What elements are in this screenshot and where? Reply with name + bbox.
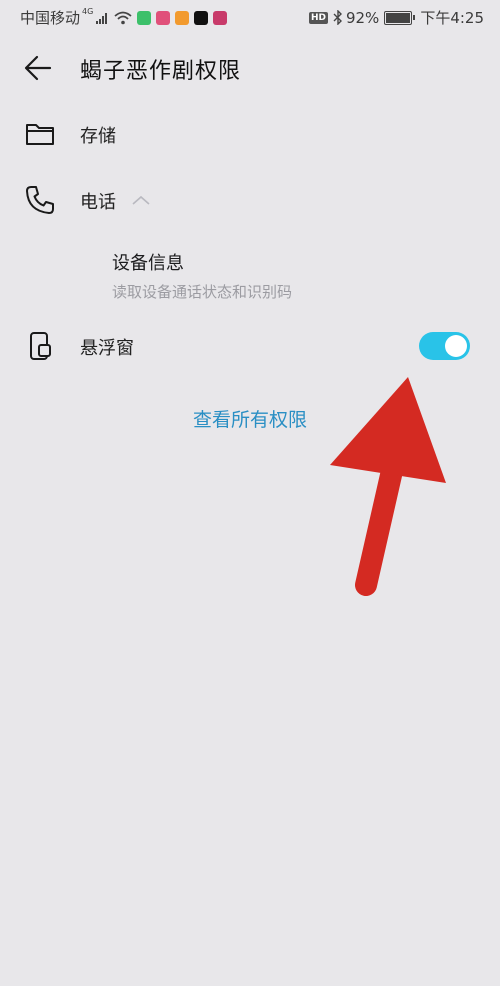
network-type: 4G — [82, 7, 94, 16]
sub-permission-description: 读取设备通话状态和识别码 — [112, 283, 293, 301]
shop-app-icon — [213, 10, 228, 25]
chevron-up-icon[interactable] — [131, 194, 151, 206]
floating-window-toggle[interactable] — [419, 332, 470, 360]
sub-permission-title: 设备信息 — [112, 253, 184, 274]
floating-window-icon — [30, 332, 51, 360]
wifi-icon — [114, 11, 132, 24]
permission-label: 存储 — [80, 126, 116, 147]
permission-label: 悬浮窗 — [80, 338, 134, 359]
clock: 下午4:25 — [420, 9, 484, 27]
play-app-icon — [175, 10, 190, 25]
permission-row-phone[interactable]: 电话 — [0, 174, 500, 226]
carrier-name: 中国移动 — [20, 9, 81, 27]
permission-row-storage[interactable]: 存储 — [0, 108, 500, 160]
back-arrow-icon[interactable] — [22, 52, 54, 84]
folder-icon — [26, 124, 54, 145]
status-bar: 中国移动 4G HD 92% 下午4:25 — [0, 0, 500, 34]
tv-app-icon — [156, 10, 171, 25]
battery-percent: 92% — [345, 8, 380, 27]
view-all-permissions-link[interactable]: 查看所有权限 — [0, 405, 500, 432]
phone-icon — [26, 186, 54, 214]
signal-icon — [96, 12, 108, 24]
hd-badge: HD — [308, 11, 328, 24]
page-title: 蝎子恶作剧权限 — [80, 59, 242, 84]
video-app-icon — [137, 10, 152, 25]
permission-label: 电话 — [80, 192, 116, 213]
toggle-knob — [445, 335, 467, 357]
battery-icon — [384, 10, 416, 25]
tiktok-app-icon — [194, 10, 209, 25]
title-bar: 蝎子恶作剧权限 — [0, 40, 500, 96]
bluetooth-icon — [333, 10, 342, 25]
